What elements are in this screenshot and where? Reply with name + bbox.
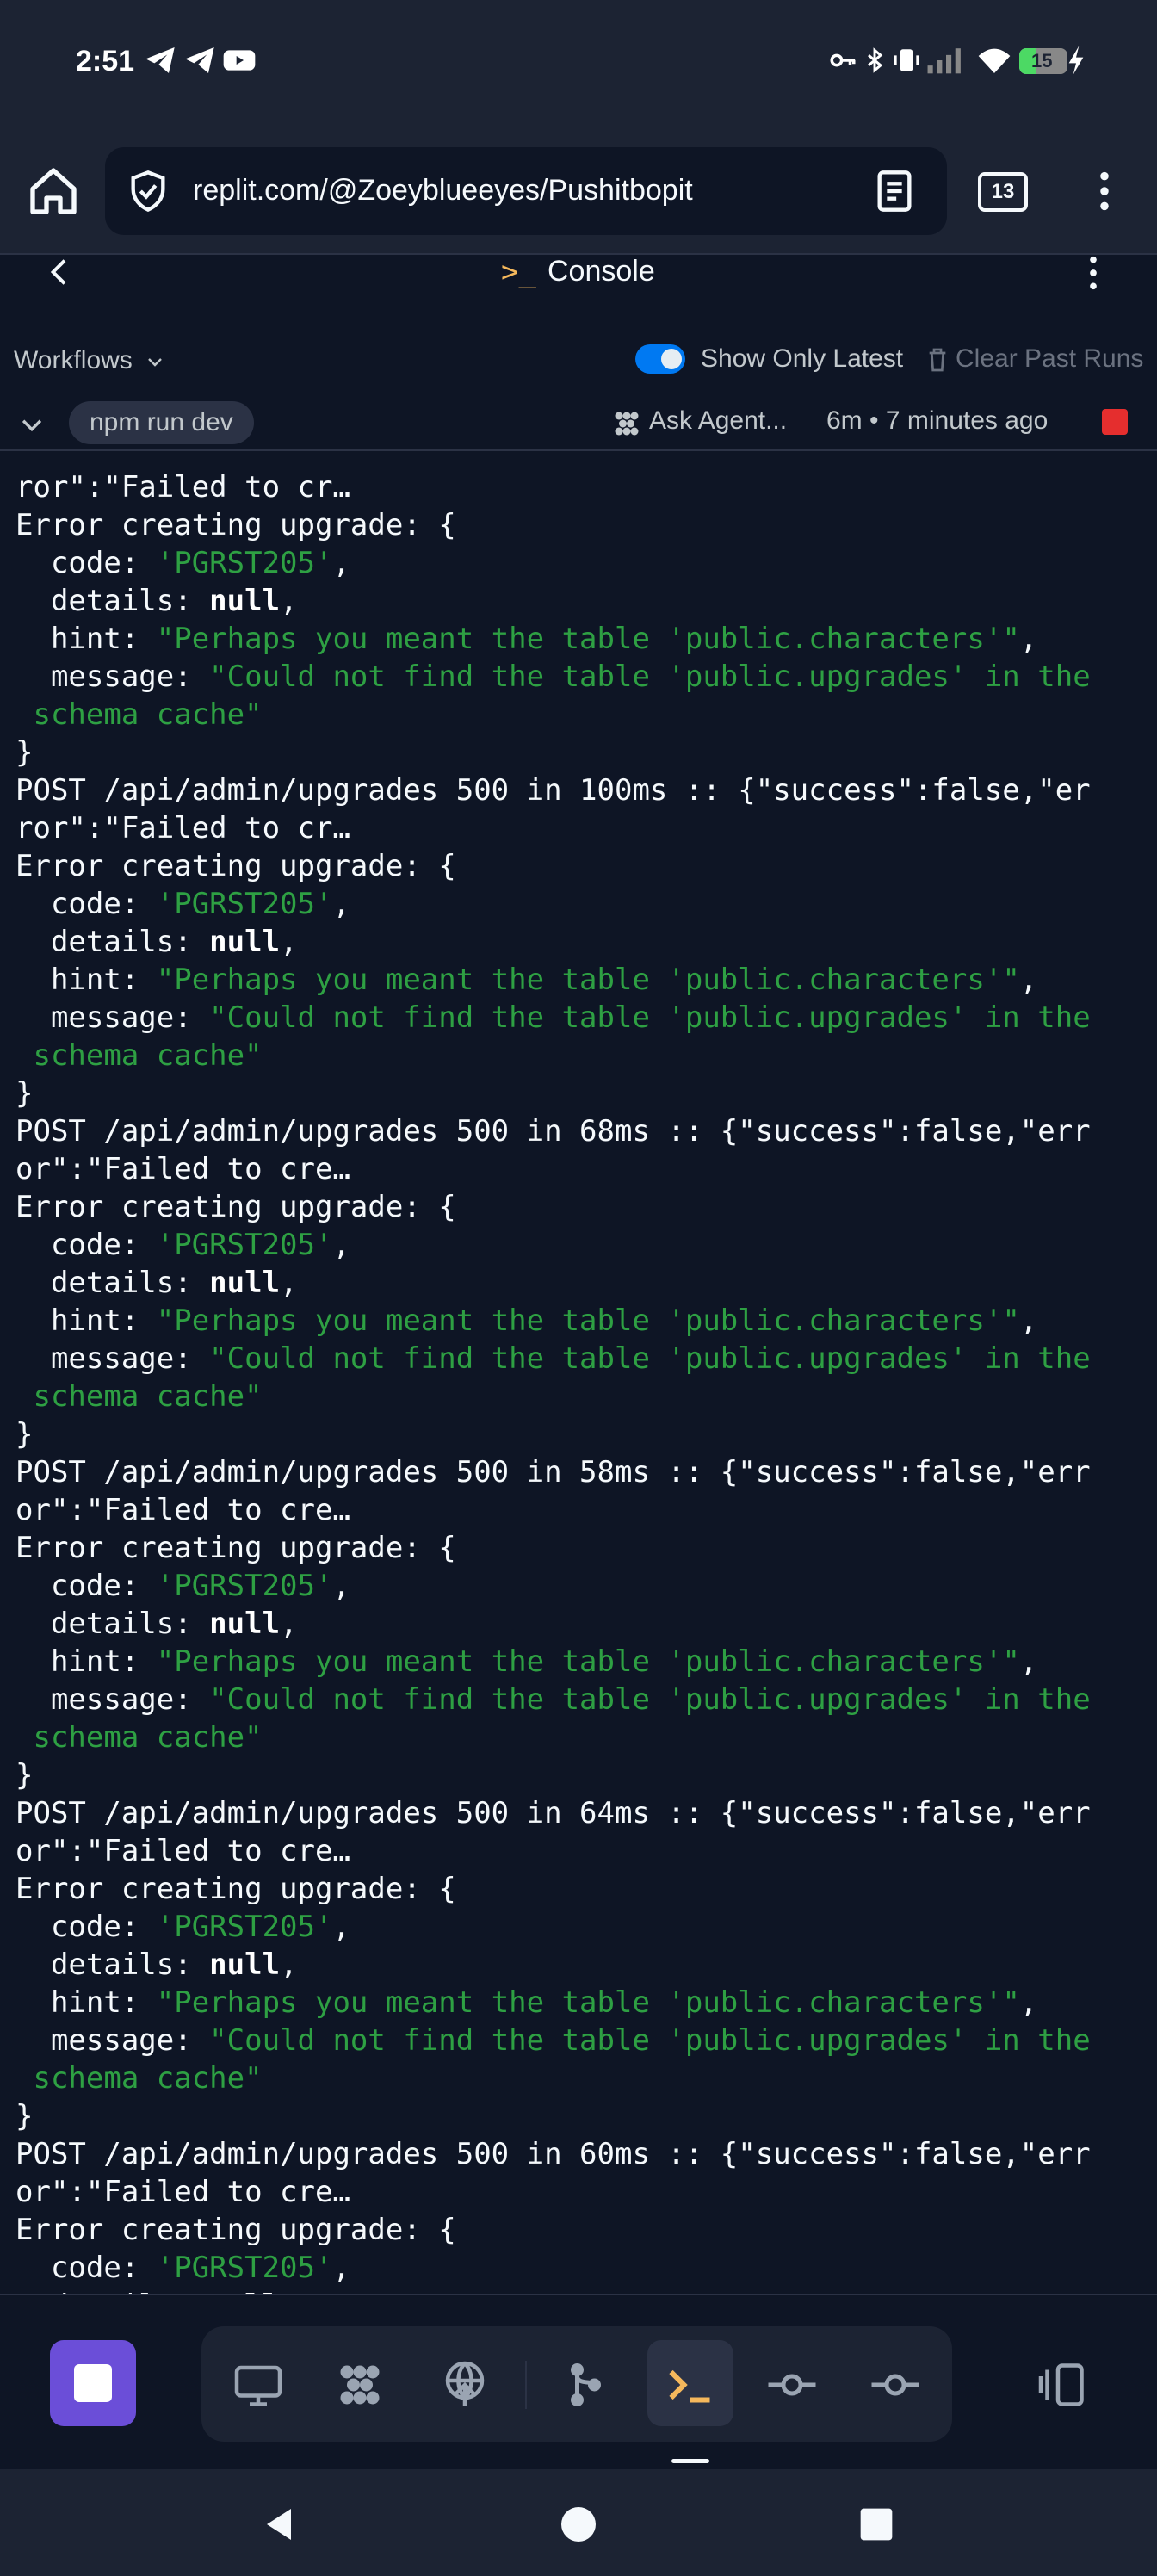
clear-past-runs-button[interactable]: Clear Past Runs bbox=[956, 344, 1143, 374]
code-value: 'PGRST205' bbox=[156, 546, 333, 580]
deploy-icon[interactable] bbox=[439, 2359, 491, 2411]
console-prompt-icon: >_ bbox=[501, 255, 536, 289]
error-label: Error creating upgrade: { bbox=[15, 1872, 456, 1906]
telegram-icon bbox=[145, 47, 175, 73]
error-label: Error creating upgrade: { bbox=[15, 2213, 456, 2247]
hint-value: "Perhaps you meant the table 'public.cha… bbox=[156, 622, 1020, 656]
toggle-knob bbox=[661, 349, 682, 369]
wifi-icon bbox=[978, 48, 1011, 73]
trash-icon[interactable] bbox=[925, 346, 950, 374]
more-options-icon[interactable] bbox=[1092, 169, 1117, 214]
error-label: Error creating upgrade: { bbox=[15, 508, 456, 542]
commit-icon[interactable] bbox=[869, 2359, 921, 2411]
console-title: Console bbox=[548, 255, 655, 288]
nav-home-icon[interactable] bbox=[558, 2504, 599, 2545]
log-text: ror":"Failed to cr… Error creating upgra… bbox=[15, 470, 1091, 2294]
bluetooth-icon bbox=[868, 47, 883, 73]
ask-agent-button[interactable]: Ask Agent... bbox=[649, 406, 787, 436]
git-graph-icon[interactable] bbox=[558, 2359, 609, 2411]
run-time: 6m • 7 minutes ago bbox=[826, 406, 1049, 435]
scroll-indicator bbox=[671, 2459, 709, 2463]
error-label: Error creating upgrade: { bbox=[15, 849, 456, 883]
stop-icon bbox=[74, 2364, 112, 2402]
agent-tool-icon[interactable] bbox=[334, 2359, 386, 2411]
nav-back-icon[interactable] bbox=[258, 2504, 300, 2545]
url-text[interactable]: replit.com/@Zoeyblueeyes/Pushitbopit bbox=[193, 174, 693, 207]
back-chevron-icon[interactable] bbox=[43, 255, 77, 289]
key-icon bbox=[830, 53, 856, 67]
workflows-dropdown[interactable]: Workflows bbox=[14, 346, 133, 375]
console-log[interactable]: ror":"Failed to cr… Error creating upgra… bbox=[0, 468, 1157, 2294]
show-only-latest-label[interactable]: Show Only Latest bbox=[701, 344, 903, 374]
tab-count-button[interactable]: 13 bbox=[978, 172, 1028, 212]
home-icon[interactable] bbox=[26, 164, 81, 219]
telegram-icon bbox=[185, 47, 214, 73]
toolbar-divider bbox=[525, 2361, 527, 2409]
commit-icon[interactable] bbox=[766, 2359, 818, 2411]
post-line: POST /api/admin/upgrades 500 in 58ms :: … bbox=[15, 1455, 1091, 1489]
run-name-chip[interactable]: npm run dev bbox=[69, 401, 254, 444]
battery-level: 15 bbox=[1031, 50, 1053, 71]
error-label: Error creating upgrade: { bbox=[15, 1531, 456, 1565]
details-value: null bbox=[209, 584, 281, 618]
error-label: Error creating upgrade: { bbox=[15, 1190, 456, 1224]
switch-pane-icon[interactable] bbox=[1036, 2359, 1088, 2411]
vibrate-icon bbox=[894, 49, 919, 71]
collapse-chevron-icon[interactable] bbox=[17, 410, 46, 439]
chevron-down-icon[interactable] bbox=[145, 351, 165, 372]
shield-check-icon[interactable] bbox=[126, 169, 170, 214]
charging-icon bbox=[1068, 46, 1084, 75]
signal-icon bbox=[927, 48, 961, 74]
post-line: POST /api/admin/upgrades 500 in 60ms :: … bbox=[15, 2137, 1091, 2171]
log-line: ror":"Failed to cr… bbox=[15, 470, 350, 505]
stop-run-button[interactable] bbox=[1102, 409, 1128, 435]
battery-icon: 15 bbox=[1019, 48, 1067, 74]
post-line: POST /api/admin/upgrades 500 in 64ms :: … bbox=[15, 1796, 1091, 1830]
agent-icon[interactable] bbox=[611, 408, 642, 439]
console-menu-icon[interactable] bbox=[1081, 253, 1105, 293]
message-value: "Could not find the table 'public.upgrad… bbox=[209, 659, 1091, 694]
post-line: POST /api/admin/upgrades 500 in 100ms ::… bbox=[15, 773, 1091, 808]
reader-mode-icon[interactable] bbox=[875, 169, 914, 214]
webview-icon[interactable] bbox=[232, 2359, 284, 2411]
console-tool-icon[interactable] bbox=[665, 2359, 716, 2411]
post-line: POST /api/admin/upgrades 500 in 68ms :: … bbox=[15, 1114, 1091, 1149]
nav-recents-icon[interactable] bbox=[857, 2505, 895, 2543]
youtube-icon bbox=[223, 50, 256, 71]
status-time: 2:51 bbox=[76, 45, 135, 77]
